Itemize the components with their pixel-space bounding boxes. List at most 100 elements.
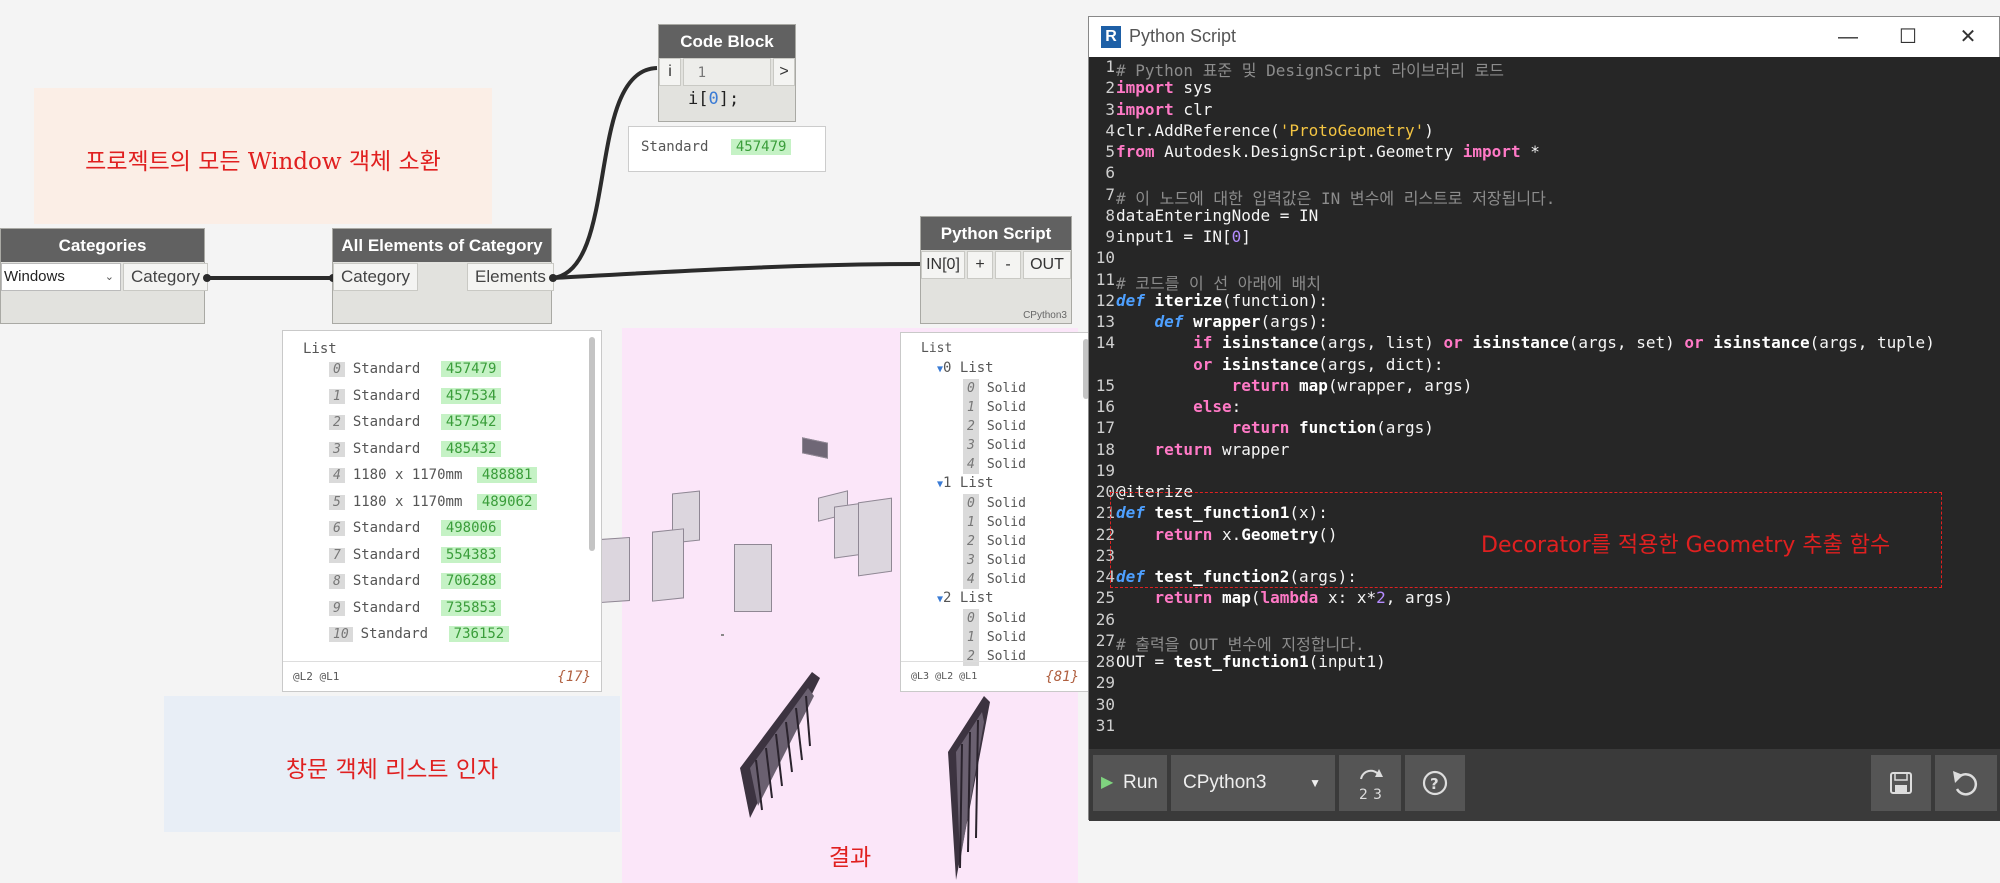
python-script-node[interactable]: Python Script IN[0] + - OUT CPython3 xyxy=(920,216,1072,324)
play-icon: ▶ xyxy=(1101,774,1114,791)
list-item: 2 Solid xyxy=(963,532,1026,551)
node-title: All Elements of Category xyxy=(333,229,551,262)
list-item: 3 Standard 485432 xyxy=(329,440,537,468)
output-port-elements[interactable]: Elements xyxy=(467,263,554,291)
remove-input-button[interactable]: - xyxy=(995,251,1021,279)
dropdown-arrow-icon: ▼ xyxy=(1309,776,1321,790)
line-number: 8 xyxy=(1105,205,1115,225)
revert-button[interactable] xyxy=(1935,755,1997,811)
list-item: 0 Solid xyxy=(963,494,1026,513)
output-port-dot[interactable] xyxy=(203,274,211,282)
engine-select[interactable]: CPython3 ▼ xyxy=(1171,755,1335,811)
code-block-editor[interactable]: 1 i[0]; xyxy=(683,58,771,109)
code-line: def iterize(function): xyxy=(1116,290,1328,310)
input-port-i[interactable]: i xyxy=(659,58,681,86)
output-port-out[interactable]: OUT xyxy=(1023,251,1071,279)
code-line: return function(args) xyxy=(1231,418,1434,438)
list-item: 8 Standard 706288 xyxy=(329,573,537,600)
code-line: clr.AddReference('ProtoGeometry') xyxy=(1116,120,1434,140)
run-label: Run xyxy=(1123,772,1158,793)
code-block-preview: Standard 457479 xyxy=(628,126,826,172)
code-block-node[interactable]: Code Block i 1 i[0]; > xyxy=(658,24,796,122)
code-line: return map(lambda x: x*2, args) xyxy=(1154,588,1454,608)
decorator-annotation: Decorator를 적용한 Geometry 추출 함수 xyxy=(1481,533,1891,558)
wire-elements-to-code-block xyxy=(552,66,658,280)
editor-toolbar: ▶ Run CPython3 ▼ 2 3 ? xyxy=(1089,749,2000,821)
line-number: 30 xyxy=(1095,694,1115,714)
categories-node[interactable]: Categories Windows ⌄ Category xyxy=(0,228,211,324)
category-dropdown[interactable]: Windows ⌄ xyxy=(1,263,121,291)
list-item: 6 Standard 498006 xyxy=(329,520,537,547)
maximize-button[interactable]: ☐ xyxy=(1893,23,1923,51)
list-item: 7 Standard 554383 xyxy=(329,546,537,574)
revit-logo-icon: R xyxy=(1101,26,1121,48)
code-line: OUT = test_function1(input1) xyxy=(1116,652,1386,671)
output-port[interactable]: > xyxy=(773,58,795,86)
line-number: 25 xyxy=(1095,588,1115,608)
code-line: from Autodesk.DesignScript.Geometry impo… xyxy=(1116,142,1540,161)
watch-header: List xyxy=(921,341,953,356)
watch-tree: ▼0 List 0 Solid 1 Solid 2 Solid 3 Solid 4 Sol… xyxy=(937,359,1026,666)
code-editor[interactable]: 1 2 3 4 5 6 7 8 9 10 11 12 13 14 15 16 17 18 19 20 21 22 23 24 2… xyxy=(1089,57,2000,749)
svg-text:3: 3 xyxy=(1373,787,1382,803)
list-item: 1 Solid xyxy=(963,513,1026,532)
code-line: input1 = IN[0] xyxy=(1116,227,1251,246)
code-line: or isinstance(args, dict): xyxy=(1193,354,1444,374)
line-number: 10 xyxy=(1095,248,1115,268)
code-line: return map(wrapper, args) xyxy=(1231,375,1473,395)
line-number: 16 xyxy=(1095,397,1115,416)
python-output-watch-panel[interactable]: List ▼0 List 0 Solid 1 Solid 2 Solid 3 Solid… xyxy=(900,332,1090,692)
line-number: 3 xyxy=(1105,99,1115,119)
line-number: 18 xyxy=(1095,439,1115,459)
code-line: return wrapper xyxy=(1154,439,1290,459)
code-line: import sys xyxy=(1116,78,1213,98)
list-item: 3 Solid xyxy=(963,551,1026,570)
item-count: {81} xyxy=(1045,669,1079,685)
engine-value: CPython3 xyxy=(1183,772,1267,793)
list-item: 0 Solid xyxy=(963,379,1026,398)
migration-button[interactable]: 2 3 xyxy=(1339,755,1401,811)
list-item: 4 1180 x 1170mm 488881 xyxy=(329,467,538,494)
list-item: 1 Solid xyxy=(963,398,1026,417)
preview-label: Standard xyxy=(641,139,709,155)
list-group[interactable]: ▼2 List xyxy=(937,589,1026,609)
run-button[interactable]: ▶ Run xyxy=(1093,755,1167,811)
line-number: 15 xyxy=(1095,375,1115,395)
list-item: 9 Standard 735853 xyxy=(329,599,537,627)
elements-watch-panel[interactable]: List 0 Standard 457479 1 Standard 457534 2 St… xyxy=(282,330,602,692)
watch-footer: @L2 @L1 {17} xyxy=(283,661,601,691)
save-button[interactable] xyxy=(1871,755,1931,811)
close-button[interactable]: ✕ xyxy=(1953,23,1983,51)
list-group[interactable]: ▼0 List xyxy=(937,359,1026,379)
output-port-category[interactable]: Category xyxy=(123,263,208,291)
input-port-in0[interactable]: IN[0] xyxy=(921,251,965,279)
category-dropdown-value: Windows xyxy=(4,268,65,285)
output-port-dot[interactable] xyxy=(549,274,557,282)
list-item: 4 Solid xyxy=(963,570,1026,589)
list-item: 1 Solid xyxy=(963,628,1026,647)
help-button[interactable]: ? xyxy=(1405,755,1465,811)
add-input-button[interactable]: + xyxy=(967,251,993,279)
input-port-category[interactable]: Category xyxy=(333,263,418,291)
window-title: Python Script xyxy=(1129,26,1237,46)
python-script-window[interactable]: R Python Script — ☐ ✕ 1 2 3 4 5 6 7 8 9 10 11 12 13 1… xyxy=(1088,16,2000,821)
watch-list: 0 Standard 457479 1 Standard 457534 2 Standar… xyxy=(329,361,538,653)
line-number: 2 xyxy=(1105,78,1115,98)
code-line: else: xyxy=(1193,397,1242,416)
migration-icon: 2 3 xyxy=(1359,769,1383,803)
node-title: Code Block xyxy=(659,25,795,58)
line-number: 13 xyxy=(1095,312,1115,331)
scrollbar[interactable] xyxy=(589,337,595,551)
list-group[interactable]: ▼1 List xyxy=(937,474,1026,494)
line-number: 11 xyxy=(1095,269,1115,289)
help-icon: ? xyxy=(1422,770,1448,796)
list-item: 0 Solid xyxy=(963,609,1026,628)
minimize-button[interactable]: — xyxy=(1833,23,1863,51)
list-item: 5 1180 x 1170mm 489062 xyxy=(329,493,538,521)
list-item: 0 Standard 457479 xyxy=(329,361,537,388)
all-elements-of-category-node[interactable]: All Elements of Category Category Elemen… xyxy=(329,228,557,324)
watch-footer: @L3 @L2 @L1 {81} xyxy=(901,661,1089,691)
list-item: 3 Solid xyxy=(963,436,1026,455)
window-titlebar[interactable]: R Python Script — ☐ ✕ xyxy=(1089,17,1999,57)
list-levels: @L3 @L2 @L1 xyxy=(911,671,978,682)
